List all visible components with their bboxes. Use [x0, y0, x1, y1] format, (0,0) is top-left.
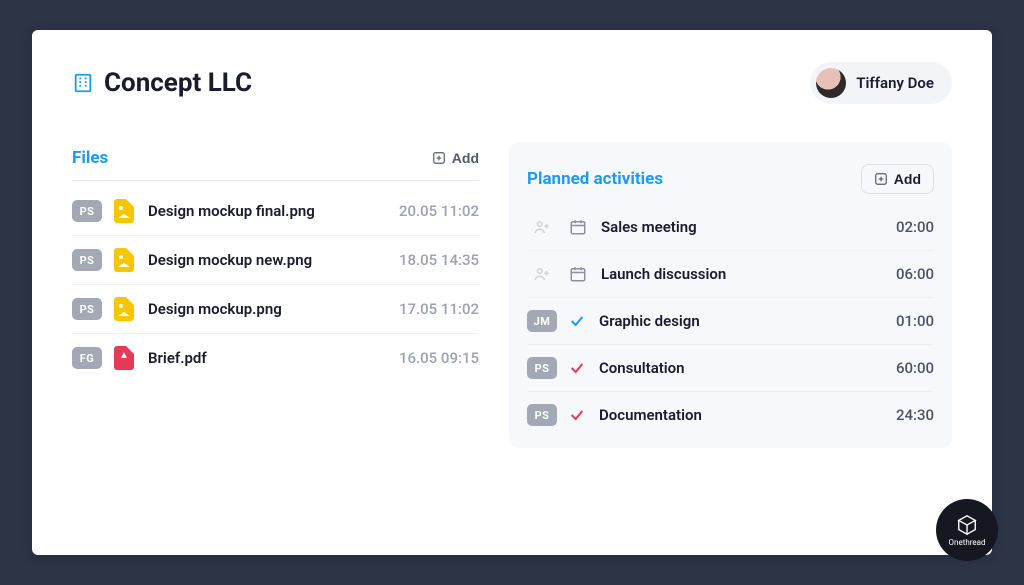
- files-add-button[interactable]: Add: [432, 150, 479, 166]
- user-plus-icon: [533, 218, 551, 236]
- file-timestamp: 20.05 11:02: [399, 202, 479, 220]
- user-badge: PS: [72, 298, 102, 320]
- user-badge: PS: [72, 200, 102, 222]
- activity-time: 06:00: [896, 265, 934, 283]
- activities-add-button[interactable]: Add: [861, 164, 934, 194]
- activity-time: 02:00: [896, 218, 934, 236]
- files-title: Files: [72, 148, 108, 168]
- columns: Files Add PS Design mockup final.png 20.…: [72, 142, 952, 448]
- avatar: [816, 68, 846, 98]
- user-plus-icon: [533, 265, 551, 283]
- app-card: Concept LLC Tiffany Doe Files Add PS Des…: [32, 30, 992, 555]
- activity-time: 60:00: [896, 359, 934, 377]
- activity-name: Sales meeting: [601, 218, 896, 236]
- file-row[interactable]: FG ▲ Brief.pdf 16.05 09:15: [72, 334, 479, 382]
- image-file-icon: [114, 297, 134, 321]
- file-name: Brief.pdf: [148, 349, 399, 367]
- activity-name: Consultation: [599, 359, 896, 377]
- activities-add-label: Add: [894, 171, 921, 187]
- cube-icon: [956, 514, 978, 536]
- plus-icon: [874, 172, 888, 186]
- files-panel: Files Add PS Design mockup final.png 20.…: [72, 142, 479, 448]
- activity-row[interactable]: PS Documentation 24:30: [527, 392, 934, 438]
- activities-panel-head: Planned activities Add: [527, 158, 934, 202]
- file-name: Design mockup.png: [148, 300, 399, 318]
- calendar-icon: [569, 218, 587, 236]
- brand-name: Onethread: [949, 538, 986, 547]
- plus-icon: [432, 151, 446, 165]
- user-badge: FG: [72, 347, 102, 369]
- files-panel-head: Files Add: [72, 142, 479, 181]
- user-badge: PS: [527, 357, 557, 379]
- user-badge: PS: [72, 249, 102, 271]
- user-badge: JM: [527, 310, 557, 332]
- files-add-label: Add: [452, 150, 479, 166]
- check-icon: [569, 407, 585, 423]
- activity-row[interactable]: Launch discussion 06:00: [527, 251, 934, 298]
- file-row[interactable]: PS Design mockup new.png 18.05 14:35: [72, 236, 479, 285]
- activity-row[interactable]: PS Consultation 60:00: [527, 345, 934, 392]
- activities-panel: Planned activities Add Sales meeting 02:…: [509, 142, 952, 448]
- pdf-file-icon: ▲: [114, 346, 134, 370]
- onethread-logo: Onethread: [936, 499, 998, 561]
- image-file-icon: [114, 199, 134, 223]
- user-badge: [527, 263, 557, 285]
- check-icon: [569, 313, 585, 329]
- file-name: Design mockup final.png: [148, 202, 399, 220]
- file-name: Design mockup new.png: [148, 251, 399, 269]
- activity-name: Launch discussion: [601, 265, 896, 283]
- activity-name: Graphic design: [599, 312, 896, 330]
- activity-row[interactable]: JM Graphic design 01:00: [527, 298, 934, 345]
- activity-time: 24:30: [896, 406, 934, 424]
- user-chip[interactable]: Tiffany Doe: [810, 62, 952, 104]
- activities-title: Planned activities: [527, 169, 663, 189]
- file-timestamp: 18.05 14:35: [399, 251, 479, 269]
- file-timestamp: 17.05 11:02: [399, 300, 479, 318]
- user-badge: PS: [527, 404, 557, 426]
- file-row[interactable]: PS Design mockup final.png 20.05 11:02: [72, 187, 479, 236]
- header: Concept LLC Tiffany Doe: [72, 62, 952, 104]
- building-icon: [72, 72, 94, 94]
- calendar-icon: [569, 265, 587, 283]
- activity-row[interactable]: Sales meeting 02:00: [527, 204, 934, 251]
- title-group: Concept LLC: [72, 68, 252, 98]
- user-badge: [527, 216, 557, 238]
- user-name: Tiffany Doe: [856, 74, 934, 92]
- check-icon: [569, 360, 585, 376]
- activity-name: Documentation: [599, 406, 896, 424]
- activity-time: 01:00: [896, 312, 934, 330]
- file-row[interactable]: PS Design mockup.png 17.05 11:02: [72, 285, 479, 334]
- image-file-icon: [114, 248, 134, 272]
- page-title: Concept LLC: [104, 68, 252, 98]
- file-timestamp: 16.05 09:15: [399, 349, 479, 367]
